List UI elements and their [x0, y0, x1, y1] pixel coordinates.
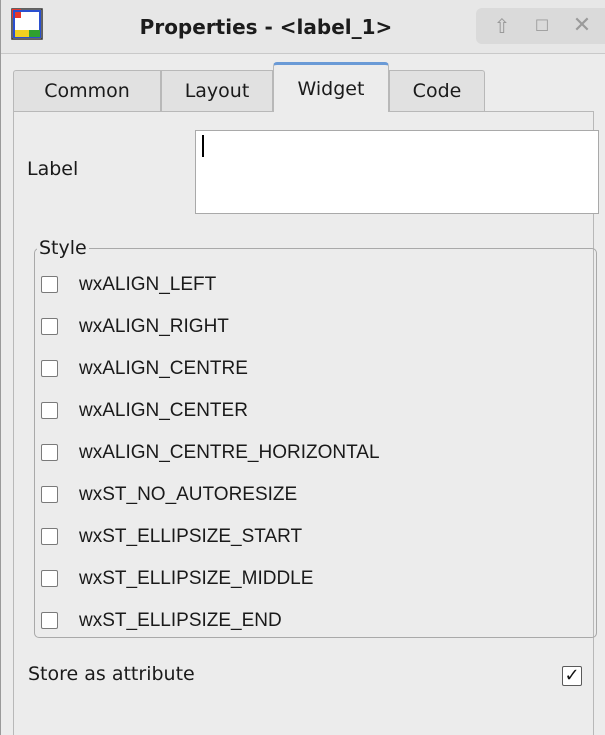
style-option-wxalign-center[interactable]: wxALIGN_CENTER: [41, 392, 581, 434]
close-icon[interactable]: ✕: [562, 8, 602, 44]
maximize-icon[interactable]: ☐: [522, 8, 562, 44]
checkbox[interactable]: [41, 486, 58, 503]
tab-bar: Common Layout Widget Code: [13, 62, 593, 112]
checkbox-label: wxST_ELLIPSIZE_END: [79, 610, 282, 631]
checkbox-label: wxALIGN_CENTRE: [79, 358, 248, 379]
style-group-title: Style: [37, 235, 89, 261]
checkbox-label: wxALIGN_CENTER: [79, 400, 248, 421]
store-as-attribute-label: Store as attribute: [28, 663, 195, 685]
window-controls: ⇧ ☐ ✕: [476, 8, 605, 44]
window-title: Properties - <label_1>: [139, 15, 393, 39]
tab-layout[interactable]: Layout: [161, 70, 273, 112]
style-option-wxst-no-autoresize[interactable]: wxST_NO_AUTORESIZE: [41, 476, 581, 518]
style-option-wxalign-left[interactable]: wxALIGN_LEFT: [41, 266, 581, 308]
label-caption: Label: [27, 158, 79, 180]
label-text-input[interactable]: [195, 130, 599, 214]
checkbox[interactable]: [41, 612, 58, 629]
checkbox[interactable]: [41, 402, 58, 419]
style-options-list: wxALIGN_LEFT wxALIGN_RIGHT wxALIGN_CENTR…: [41, 266, 581, 644]
style-option-wxalign-centre-horizontal[interactable]: wxALIGN_CENTRE_HORIZONTAL: [41, 434, 581, 476]
tab-common[interactable]: Common: [13, 70, 161, 112]
checkbox[interactable]: [41, 360, 58, 377]
checkbox-label: wxALIGN_LEFT: [79, 274, 217, 295]
tab-code[interactable]: Code: [389, 70, 485, 112]
style-option-wxst-ellipsize-start[interactable]: wxST_ELLIPSIZE_START: [41, 518, 581, 560]
text-caret: [202, 135, 204, 157]
keep-above-icon[interactable]: ⇧: [482, 8, 522, 44]
checkbox[interactable]: [41, 528, 58, 545]
style-option-wxalign-centre[interactable]: wxALIGN_CENTRE: [41, 350, 581, 392]
checkbox-label: wxST_ELLIPSIZE_START: [79, 526, 303, 547]
style-option-wxst-ellipsize-end[interactable]: wxST_ELLIPSIZE_END: [41, 602, 581, 644]
checkbox[interactable]: [41, 276, 58, 293]
style-option-wxst-ellipsize-middle[interactable]: wxST_ELLIPSIZE_MIDDLE: [41, 560, 581, 602]
checkbox[interactable]: [41, 318, 58, 335]
checkbox-label: wxALIGN_RIGHT: [79, 316, 229, 337]
checkbox-label: wxALIGN_CENTRE_HORIZONTAL: [79, 442, 380, 463]
style-option-wxalign-right[interactable]: wxALIGN_RIGHT: [41, 308, 581, 350]
checkbox-label: wxST_ELLIPSIZE_MIDDLE: [79, 568, 314, 589]
store-as-attribute-checkbox[interactable]: ✓: [562, 666, 582, 686]
checkbox[interactable]: [41, 570, 58, 587]
tab-widget[interactable]: Widget: [273, 62, 389, 112]
properties-window: Properties - <label_1> ⇧ ☐ ✕ Common Layo…: [0, 0, 605, 735]
title-bar[interactable]: Properties - <label_1> ⇧ ☐ ✕: [1, 0, 605, 54]
checkbox[interactable]: [41, 444, 58, 461]
checkbox-label: wxST_NO_AUTORESIZE: [79, 484, 298, 505]
